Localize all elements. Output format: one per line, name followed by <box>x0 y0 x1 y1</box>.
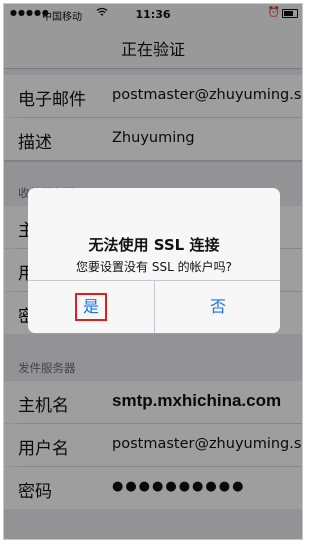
alert-message: 您要设置没有 SSL 的帐户吗? <box>76 260 232 274</box>
phone-screen: ●●●●● 中国移动 11:36 ⏰ 正在验证 电子邮件 postmaster@… <box>3 3 303 540</box>
ssl-alert-dialog: 无法使用 SSL 连接 您要设置没有 SSL 的帐户吗? 是 否 <box>28 188 280 333</box>
no-button-label: 否 <box>209 297 226 316</box>
yes-button-label: 是 <box>74 293 107 321</box>
yes-button[interactable]: 是 <box>28 281 154 333</box>
alert-title: 无法使用 SSL 连接 <box>88 236 220 254</box>
no-button[interactable]: 否 <box>155 281 280 333</box>
